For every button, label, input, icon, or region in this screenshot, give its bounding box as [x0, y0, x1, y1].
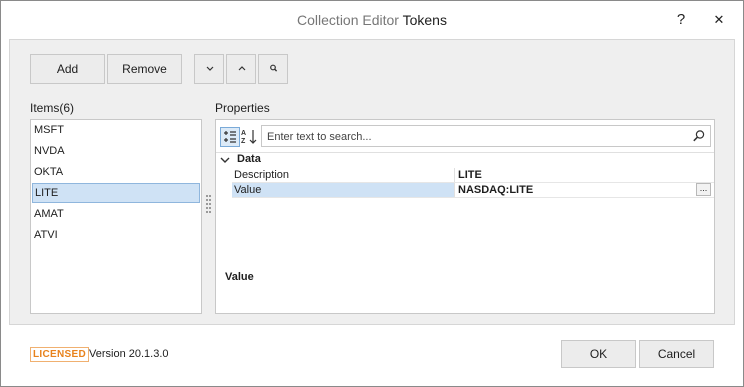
list-item-selected[interactable]: LITE — [32, 183, 200, 203]
list-item[interactable]: MSFT — [32, 120, 200, 140]
property-grid: A Z Data Description LITE — [215, 119, 715, 314]
collection-editor-window: Collection Editor Tokens ? ✕ Add Remove … — [0, 0, 744, 387]
items-header: Items(6) — [30, 101, 75, 115]
list-item[interactable]: NVDA — [32, 141, 200, 161]
remove-button[interactable]: Remove — [107, 54, 182, 84]
list-item[interactable]: OKTA — [32, 162, 200, 182]
cancel-button[interactable]: Cancel — [639, 340, 714, 368]
property-row-description[interactable]: Description LITE — [232, 168, 714, 183]
svg-text:Z: Z — [241, 138, 246, 145]
categorized-icon — [224, 131, 236, 143]
properties-header: Properties — [215, 101, 270, 115]
add-button[interactable]: Add — [30, 54, 105, 84]
alphabetical-sort-icon: A Z — [241, 130, 257, 145]
selection-highlight — [232, 183, 454, 197]
window-title-suffix: Tokens — [402, 12, 447, 28]
splitter-handle[interactable] — [206, 195, 211, 217]
close-button[interactable]: ✕ — [708, 10, 730, 30]
property-row-value[interactable]: Value NASDAQ:LITE ... — [232, 183, 714, 198]
property-value[interactable]: LITE — [458, 168, 482, 182]
title-bar: Collection Editor Tokens ? ✕ — [1, 1, 743, 39]
ellipsis-button[interactable]: ... — [696, 183, 711, 196]
move-down-button[interactable] — [194, 54, 224, 84]
ok-button[interactable]: OK — [561, 340, 636, 368]
category-row-data[interactable]: Data — [216, 152, 714, 168]
find-button[interactable] — [258, 54, 288, 84]
move-up-button[interactable] — [226, 54, 256, 84]
property-name: Value — [234, 184, 262, 196]
list-item[interactable]: ATVI — [32, 225, 200, 245]
search-icon[interactable] — [692, 129, 706, 143]
licensed-badge: LICENSED — [30, 347, 89, 362]
chevron-down-icon[interactable] — [220, 156, 230, 164]
search-icon — [270, 64, 278, 72]
editor-body: Add Remove Items(6) MSFT NVDA OKTA LITE … — [9, 39, 735, 325]
svg-text:A: A — [241, 130, 246, 137]
alphabetical-button[interactable]: A Z — [240, 127, 260, 147]
version-label: Version 20.1.3.0 — [89, 348, 169, 360]
items-listbox[interactable]: MSFT NVDA OKTA LITE AMAT ATVI — [30, 119, 202, 314]
category-label: Data — [237, 153, 261, 165]
categorized-button[interactable] — [220, 127, 240, 147]
property-value[interactable]: NASDAQ:LITE — [458, 183, 533, 197]
description-title: Value — [225, 271, 254, 283]
footer: LICENSED Version 20.1.3.0 OK Cancel — [1, 326, 743, 386]
window-title-prefix: Collection Editor — [297, 12, 399, 28]
property-search-box[interactable] — [261, 125, 711, 147]
list-item[interactable]: AMAT — [32, 204, 200, 224]
property-name: Description — [234, 169, 290, 181]
property-grid-toolbar: A Z — [216, 120, 714, 153]
property-search-input[interactable] — [265, 127, 689, 147]
chevron-down-icon — [206, 66, 214, 71]
window-title: Collection Editor Tokens — [1, 12, 743, 28]
help-button[interactable]: ? — [670, 10, 692, 30]
chevron-up-icon — [238, 66, 246, 71]
